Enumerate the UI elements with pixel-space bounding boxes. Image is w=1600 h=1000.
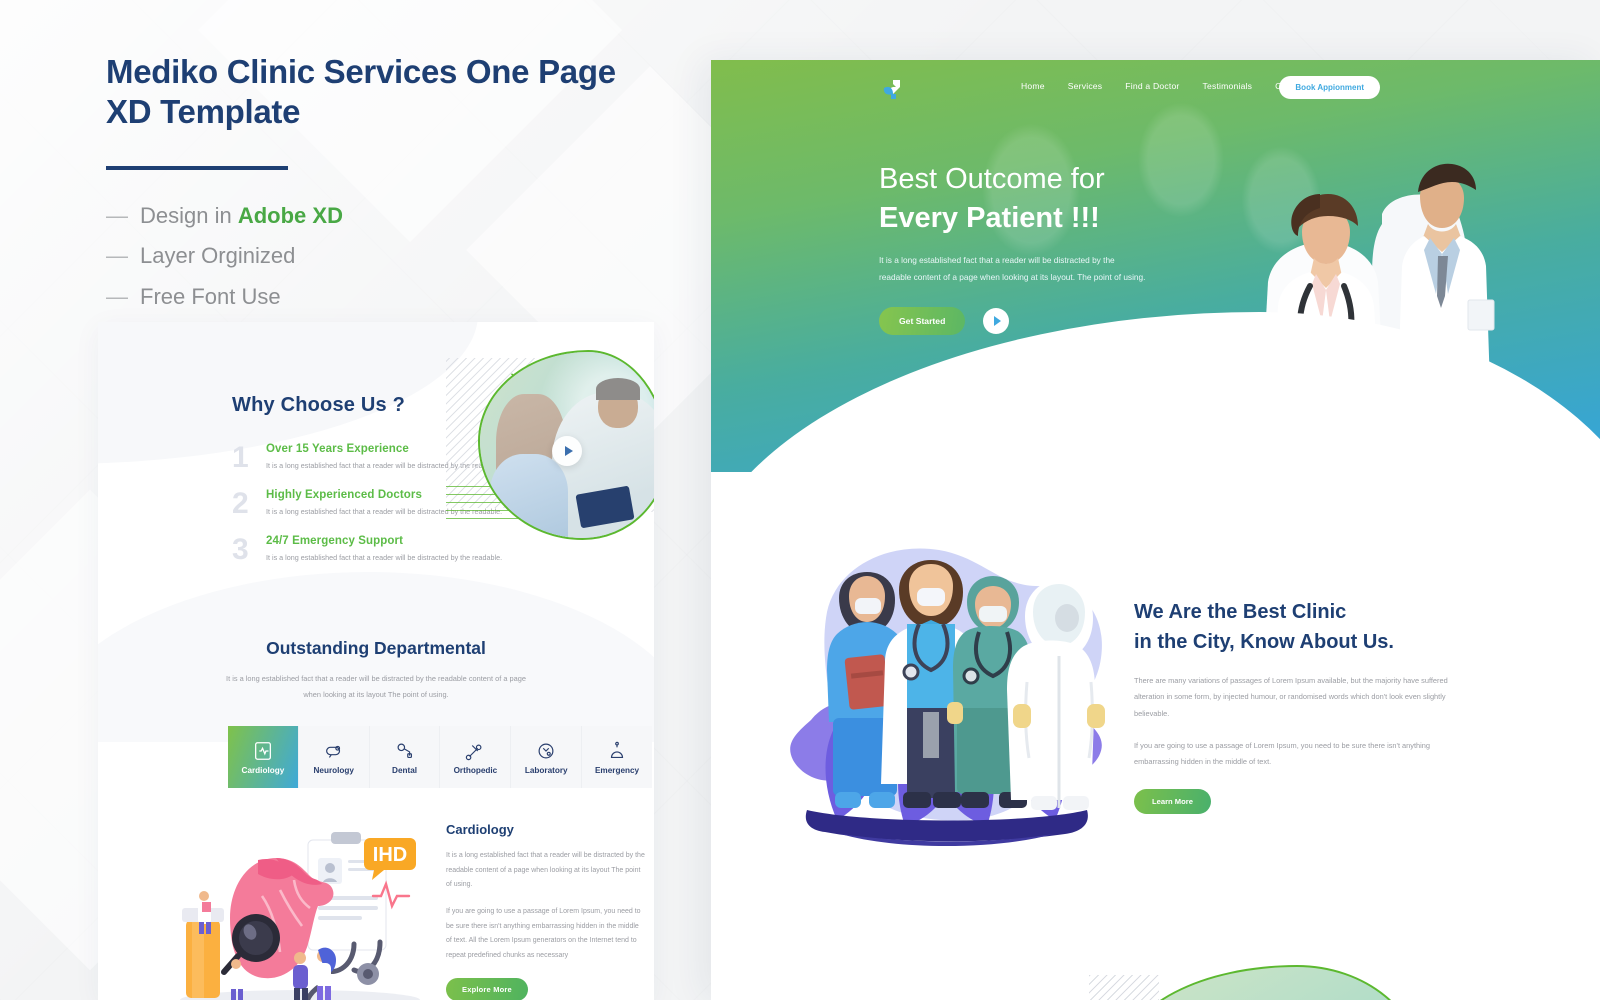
website-preview: Home Services Find a Doctor Testimonials… — [711, 60, 1600, 1000]
hero-section: Home Services Find a Doctor Testimonials… — [711, 60, 1600, 472]
brain-icon — [323, 740, 345, 762]
feature-text: Free Font Use — [140, 283, 281, 309]
hero-title-line-2: Every Patient !!! — [879, 201, 1100, 234]
teaser-photo-blob — [1123, 965, 1423, 1000]
tab-label: Dental — [392, 765, 418, 775]
nav-link-services[interactable]: Services — [1068, 81, 1103, 91]
tab-dental[interactable]: Dental — [370, 726, 441, 788]
tab-orthopedic[interactable]: Orthopedic — [440, 726, 512, 788]
nav-link-testimonials[interactable]: Testimonials — [1202, 81, 1252, 91]
tab-label: Neurology — [313, 765, 354, 775]
item-number: 2 — [232, 487, 249, 521]
about-heading-line-1: We Are the Best Clinic — [1134, 601, 1347, 623]
hero-copy: Best Outcome for Every Patient !!! It is… — [879, 160, 1179, 336]
about-heading: We Are the Best Clinic in the City, Know… — [1134, 598, 1464, 657]
ambulance-light-icon — [606, 740, 628, 762]
explore-more-button[interactable]: Explore More — [446, 977, 528, 1000]
get-started-button[interactable]: Get Started — [879, 307, 966, 336]
about-section: We Are the Best Clinic in the City, Know… — [711, 500, 1600, 880]
video-play-button[interactable] — [552, 436, 582, 466]
title-underline — [106, 165, 288, 170]
tab-label: Emergency — [594, 765, 640, 775]
hatch-pattern-decor — [1089, 975, 1159, 1000]
next-section-teaser: ›› — [1071, 965, 1600, 1000]
about-heading-line-2: in the City, Know About Us. — [1134, 630, 1394, 653]
item-number: 3 — [232, 533, 249, 567]
feature-text: Layer Orginized — [140, 243, 296, 269]
nav-link-find-a-doctor[interactable]: Find a Doctor — [1125, 81, 1179, 91]
about-paragraph-1: There are many variations of passages of… — [1134, 676, 1448, 718]
microscope-icon — [535, 740, 557, 762]
tab-neurology[interactable]: Neurology — [299, 726, 370, 788]
dash-icon: — — [106, 202, 128, 228]
play-icon — [564, 446, 573, 456]
tab-label: Laboratory — [524, 765, 568, 775]
cardiology-illustration: IHD — [168, 810, 428, 1000]
tab-laboratory[interactable]: Laboratory — [511, 726, 583, 788]
left-preview-card: Why Choose Us ? 1 Over 15 Years Experien… — [98, 322, 654, 1000]
detail-title: Cardiology — [446, 822, 514, 837]
promo-block: Mediko Clinic Services One Page XD Templ… — [106, 52, 666, 318]
hero-title: Best Outcome for Every Patient !!! — [879, 160, 1179, 237]
list-item: — Free Font Use — [106, 277, 666, 318]
department-tabs: Cardiology Neurology Dental Orthopedic L… — [228, 726, 652, 788]
detail-paragraph-1: It is a long established fact that a rea… — [446, 852, 645, 889]
site-navbar: Home Services Find a Doctor Testimonials… — [711, 60, 1600, 118]
medical-cross-logo[interactable] — [879, 76, 907, 104]
hero-paragraph: It is a long established fact that a rea… — [879, 255, 1146, 282]
tab-label: Cardiology — [241, 765, 285, 775]
why-choose-us-media: ›› ›› — [428, 344, 654, 559]
dash-icon: — — [106, 283, 128, 309]
hero-actions: Get Started — [879, 307, 1179, 336]
detail-paragraph-2: If you are going to use a passage of Lor… — [446, 908, 641, 960]
about-copy: We Are the Best Clinic in the City, Know… — [1134, 598, 1464, 814]
nav-link-home[interactable]: Home — [1021, 81, 1045, 91]
item-number: 1 — [232, 441, 249, 474]
list-item: — Design in Adobe XD — [106, 196, 666, 237]
nav-links: Home Services Find a Doctor Testimonials… — [1021, 81, 1320, 91]
tab-label: Orthopedic — [453, 765, 498, 775]
about-paragraph-2: If you are going to use a passage of Lor… — [1134, 741, 1430, 767]
hero-title-line-1: Best Outcome for — [879, 163, 1105, 195]
learn-more-button[interactable]: Learn More — [1134, 788, 1211, 814]
video-play-button[interactable] — [983, 308, 1010, 335]
medical-team-illustration — [781, 520, 1111, 850]
page-title: Mediko Clinic Services One Page XD Templ… — [106, 53, 616, 131]
list-item: — Layer Orginized — [106, 236, 666, 277]
dash-icon: — — [106, 243, 128, 269]
feature-text: Design in — [140, 202, 238, 228]
departments-heading: Outstanding Departmental — [266, 638, 486, 658]
feature-highlight: Adobe XD — [237, 202, 343, 228]
departments-subtitle: It is a long established fact that a rea… — [226, 674, 526, 699]
bone-icon — [464, 740, 486, 762]
departments-section: Outstanding Departmental It is a long es… — [98, 638, 654, 702]
play-icon — [994, 316, 1002, 327]
book-appointment-button[interactable]: Book Appionment — [1279, 76, 1380, 99]
tooth-drill-icon — [394, 740, 416, 762]
svg-text:IHD: IHD — [373, 844, 407, 866]
feature-list: — Design in Adobe XD — Layer Orginized —… — [106, 196, 666, 318]
tab-emergency[interactable]: Emergency — [582, 726, 652, 788]
department-detail: Cardiology It is a long established fact… — [446, 822, 646, 1000]
heart-monitor-icon — [252, 740, 274, 762]
tab-cardiology[interactable]: Cardiology — [228, 726, 299, 788]
